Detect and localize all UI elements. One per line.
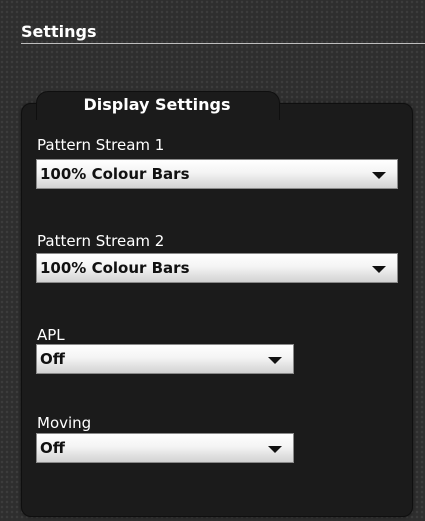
pattern-stream-1-value: 100% Colour Bars bbox=[40, 165, 190, 183]
panel-title: Display Settings bbox=[83, 95, 231, 114]
page-title: Settings bbox=[21, 22, 97, 41]
chevron-down-icon bbox=[372, 172, 386, 179]
moving-value: Off bbox=[40, 439, 65, 457]
apl-label: APL bbox=[37, 326, 65, 344]
pattern-stream-1-select[interactable]: 100% Colour Bars bbox=[36, 159, 398, 189]
page-header: Settings bbox=[0, 0, 425, 48]
pattern-stream-2-value: 100% Colour Bars bbox=[40, 259, 190, 277]
chevron-down-icon bbox=[268, 446, 282, 453]
pattern-stream-1-label: Pattern Stream 1 bbox=[37, 136, 165, 154]
header-divider bbox=[21, 43, 425, 44]
pattern-stream-2-select[interactable]: 100% Colour Bars bbox=[36, 253, 398, 283]
chevron-down-icon bbox=[268, 357, 282, 364]
apl-select[interactable]: Off bbox=[36, 344, 294, 374]
moving-select[interactable]: Off bbox=[36, 433, 294, 463]
apl-value: Off bbox=[40, 350, 65, 368]
chevron-down-icon bbox=[372, 266, 386, 273]
pattern-stream-2-label: Pattern Stream 2 bbox=[37, 232, 165, 250]
moving-label: Moving bbox=[37, 414, 92, 432]
